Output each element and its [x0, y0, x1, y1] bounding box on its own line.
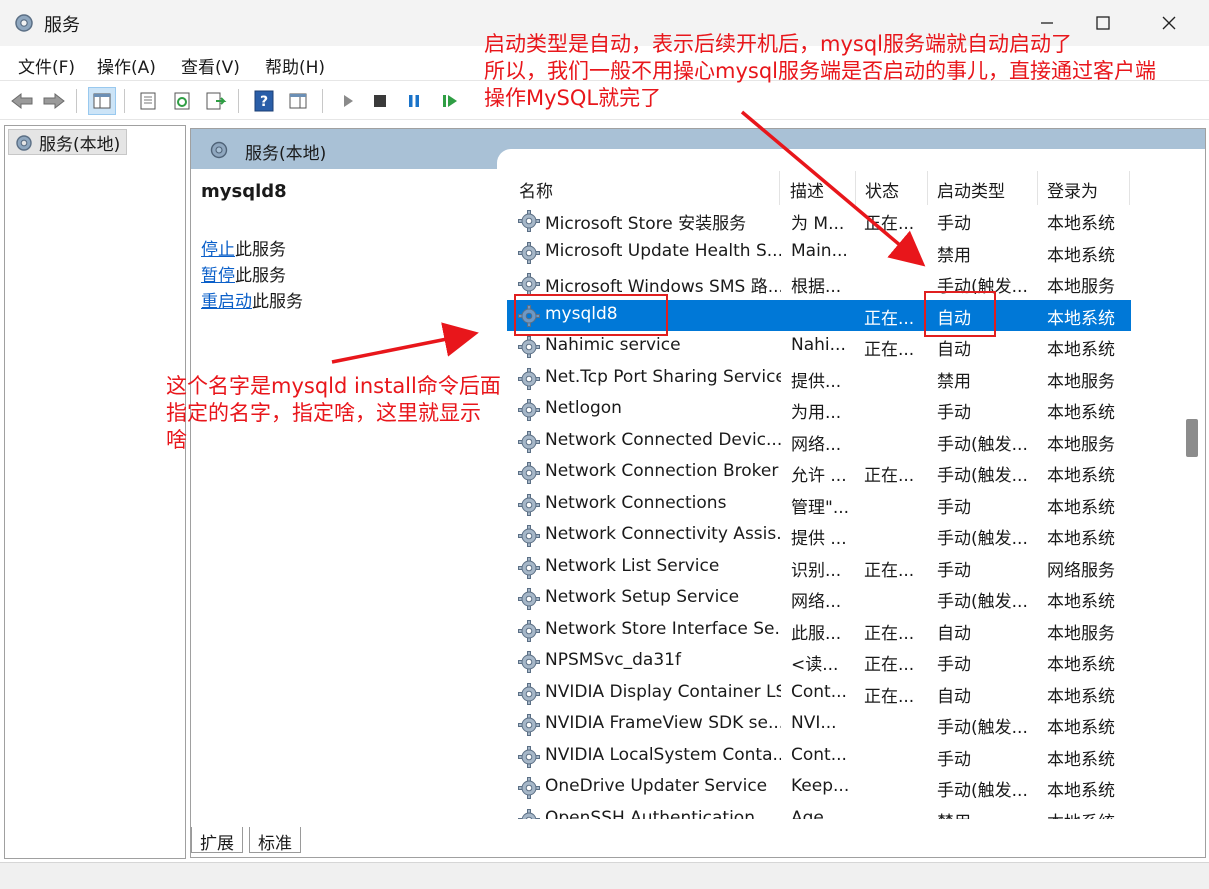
annotation-arrow-to-name [331, 322, 479, 364]
annotation-arrow-to-startup [740, 110, 926, 267]
annotation-arrows [331, 110, 926, 364]
